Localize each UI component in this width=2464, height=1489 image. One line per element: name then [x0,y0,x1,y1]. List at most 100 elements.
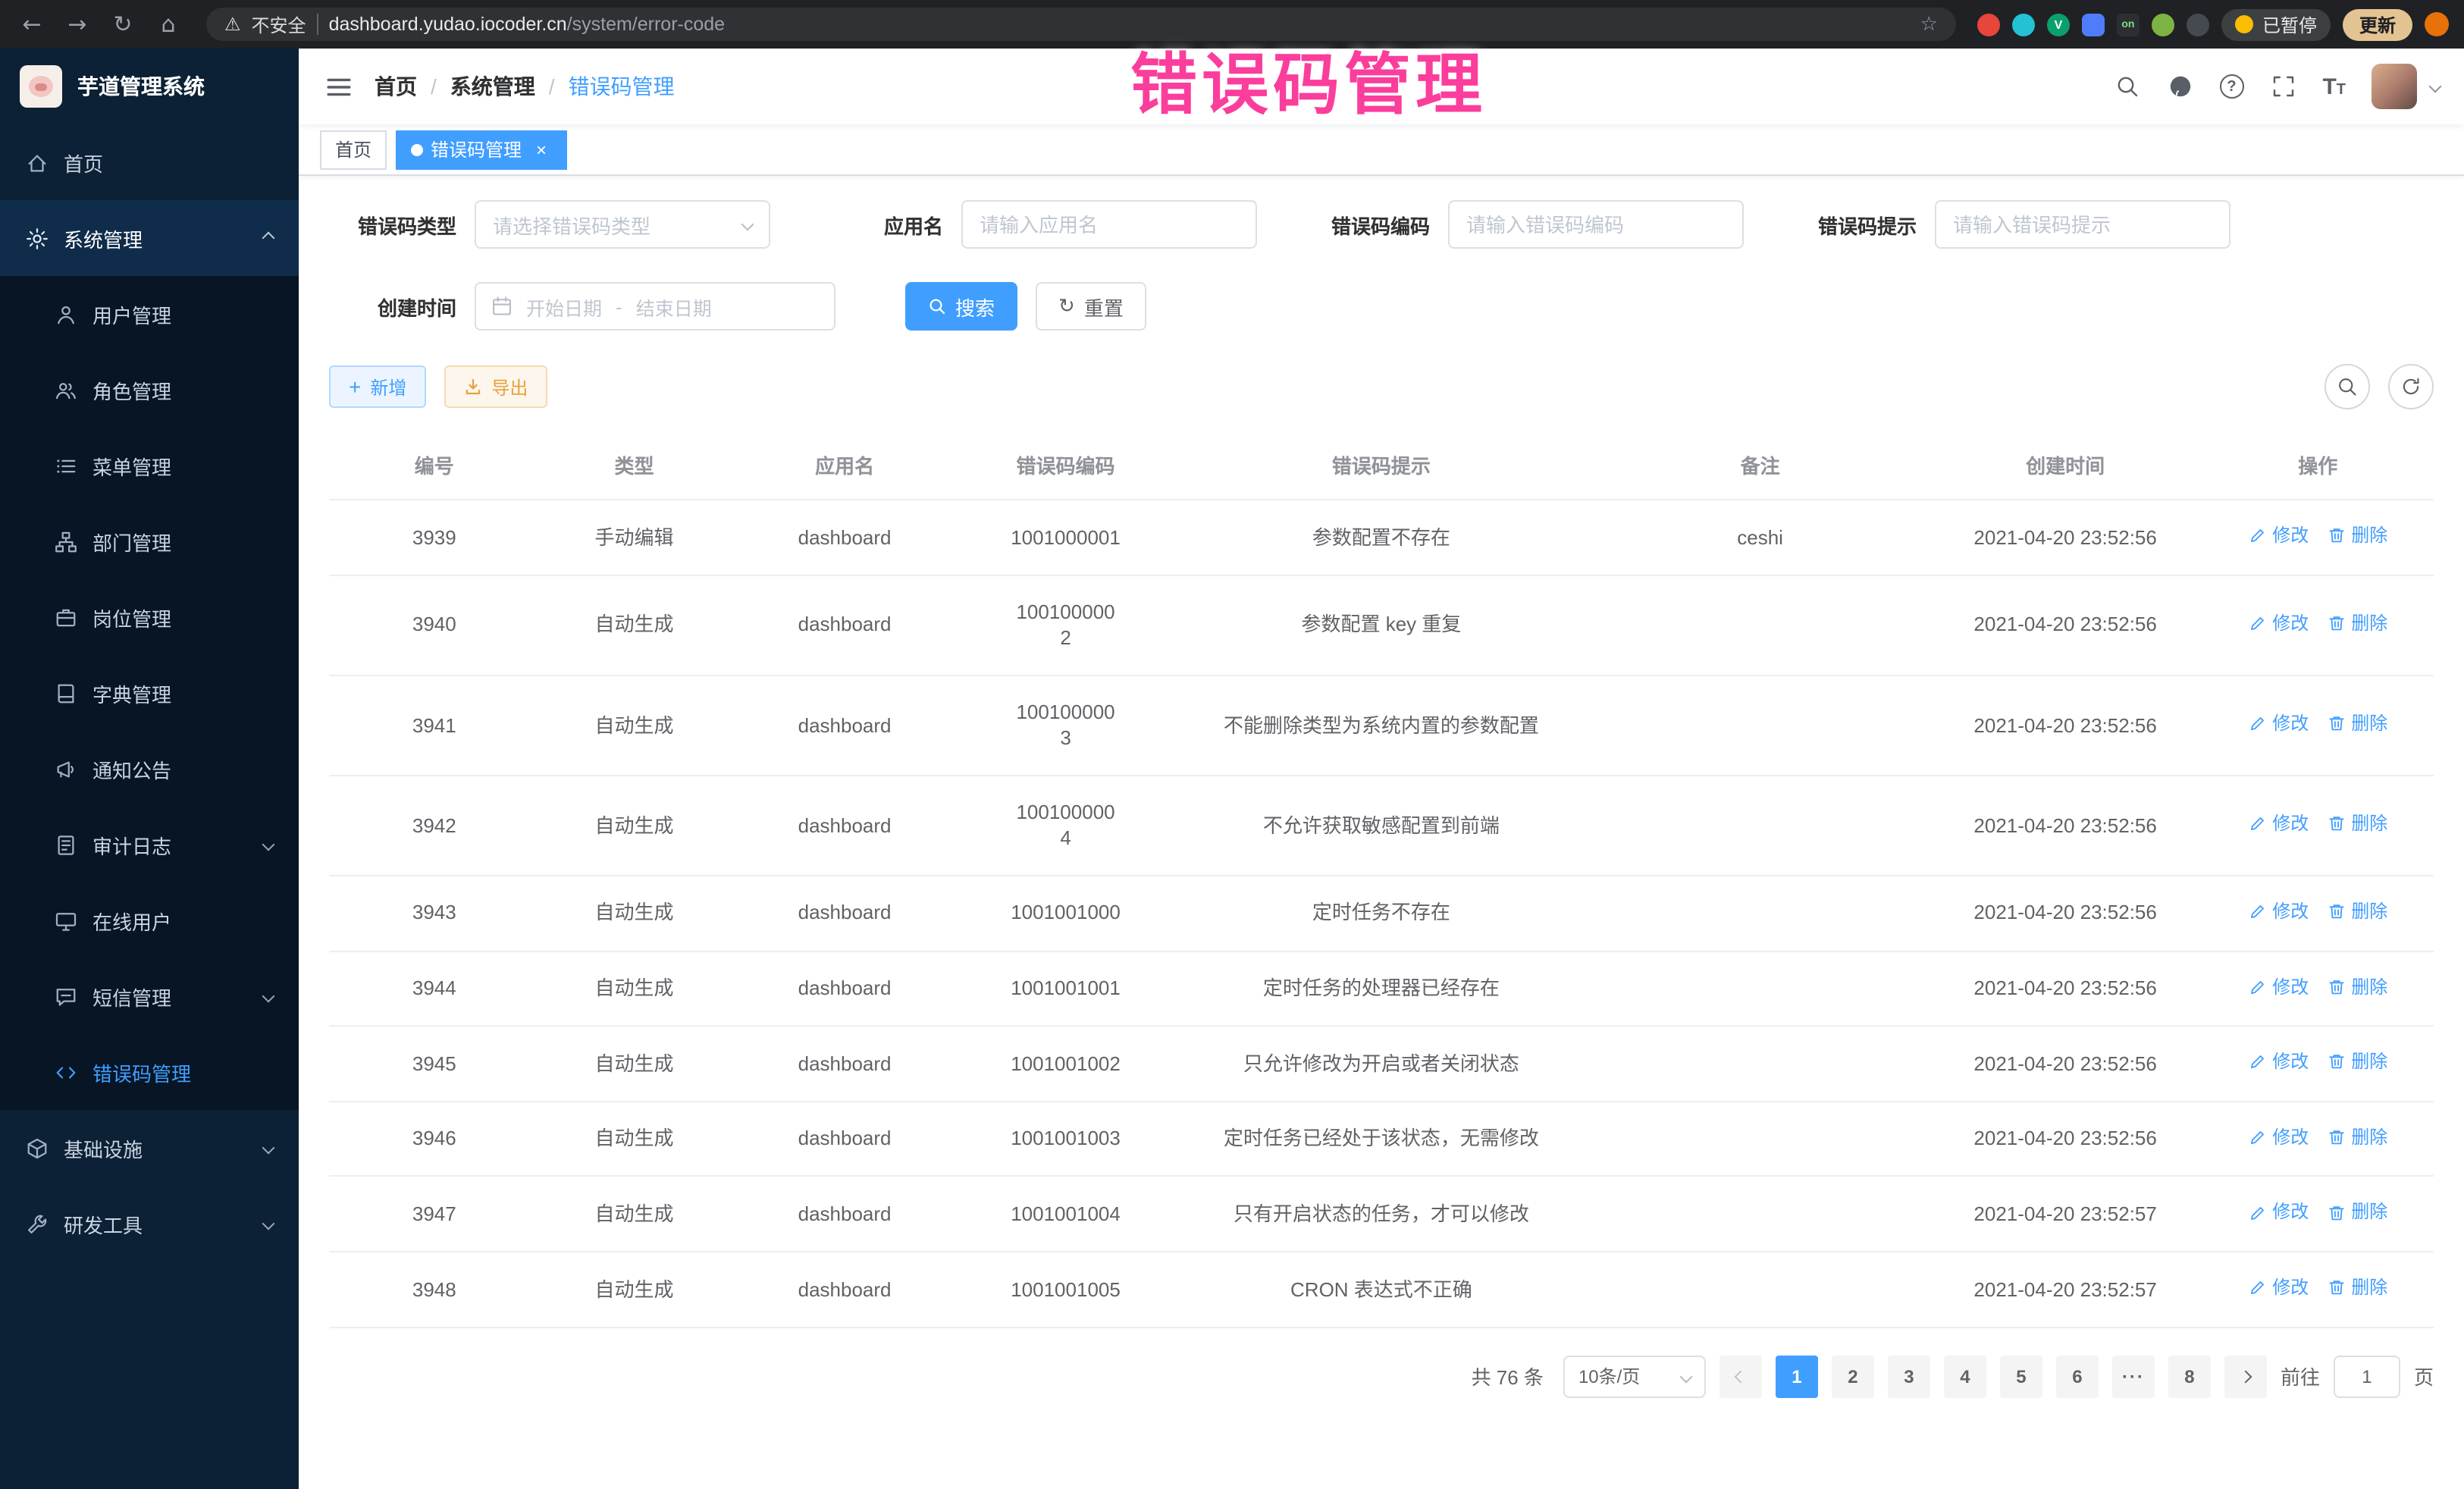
warning-icon: ⚠ [224,14,241,35]
error-type-select[interactable]: 请选择错误码类型 [475,200,770,249]
extension-icon-5[interactable]: on [2117,13,2140,36]
reload-button[interactable]: ↻ [106,8,140,41]
delete-link[interactable]: 删除 [2327,611,2387,635]
page-button-1[interactable]: 1 [1776,1356,1818,1398]
toggle-search-icon[interactable] [2324,364,2370,409]
header-search-icon[interactable] [2113,73,2140,100]
table-row: 3939手动编辑dashboard1001000001参数配置不存在ceshi2… [329,500,2434,575]
prev-page-button[interactable] [1719,1356,1762,1398]
url-text[interactable]: dashboard.yudao.iocoder.cn/system/error-… [329,14,726,35]
edit-link[interactable]: 修改 [2248,811,2309,835]
browser-profile-avatar[interactable] [2425,12,2449,36]
filter-row-1: 错误码类型 请选择错误码类型 应用名 错误码编码 错误码提示 [329,200,2434,249]
add-button[interactable]: + 新增 [329,365,426,408]
delete-link[interactable]: 删除 [2327,974,2387,998]
paused-badge[interactable]: 已暂停 [2221,8,2331,40]
tab-error-code-management[interactable]: 错误码管理 × [396,130,567,169]
bookmark-star-icon[interactable]: ☆ [1920,13,1938,36]
tags-view: 首页 错误码管理 × [299,124,2464,176]
sidebar-item-user-management[interactable]: 用户管理 [0,276,299,352]
sidebar-item-role-management[interactable]: 角色管理 [0,352,299,428]
sidebar-item-sms-management[interactable]: 短信管理 [0,958,299,1034]
sidebar-item-notice[interactable]: 通知公告 [0,731,299,807]
chevron-down-icon [741,218,754,231]
delete-link[interactable]: 删除 [2327,711,2387,735]
app-name-input[interactable] [961,200,1257,249]
pencil-icon [2248,526,2266,544]
update-button[interactable]: 更新 [2343,8,2412,40]
search-button[interactable]: 搜索 [905,282,1017,331]
close-icon[interactable]: × [531,139,552,160]
edit-link[interactable]: 修改 [2248,611,2309,635]
extension-icon-1[interactable] [1977,13,2000,36]
edit-link[interactable]: 修改 [2248,974,2309,998]
delete-link[interactable]: 删除 [2327,811,2387,835]
page-jump-input[interactable] [2334,1356,2400,1398]
sidebar-item-dict-management[interactable]: 字典管理 [0,655,299,731]
sidebar-item-post-management[interactable]: 岗位管理 [0,579,299,655]
page-button-5[interactable]: 5 [2000,1356,2042,1398]
next-page-button[interactable] [2224,1356,2267,1398]
refresh-table-icon[interactable] [2388,364,2434,409]
sidebar-item-audit-log[interactable]: 审计日志 [0,807,299,882]
chevron-down-icon [262,990,275,1003]
edit-link[interactable]: 修改 [2248,1275,2309,1299]
help-icon[interactable]: ? [2219,74,2243,99]
sidebar-item-dept-management[interactable]: 部门管理 [0,503,299,579]
edit-link[interactable]: 修改 [2248,711,2309,735]
page-size-select[interactable]: 10条/页 [1563,1356,1706,1398]
tab-home[interactable]: 首页 [320,130,387,169]
delete-link[interactable]: 删除 [2327,523,2387,547]
edit-link[interactable]: 修改 [2248,1125,2309,1149]
browser-home-button[interactable]: ⌂ [152,8,185,41]
delete-link[interactable]: 删除 [2327,1125,2387,1149]
font-size-icon[interactable]: TT [2322,75,2346,98]
breadcrumb-system[interactable]: 系统管理 [450,71,535,102]
export-button[interactable]: 导出 [444,365,547,408]
extensions-puzzle-icon[interactable] [2187,13,2209,36]
delete-link[interactable]: 删除 [2327,1275,2387,1299]
reset-button[interactable]: ↻ 重置 [1036,282,1146,331]
address-bar[interactable]: ⚠ 不安全 dashboard.yudao.iocoder.cn/system/… [206,8,1956,41]
table-row: 3946自动生成dashboard1001001003定时任务已经处于该状态，无… [329,1102,2434,1177]
page-button-8[interactable]: 8 [2168,1356,2211,1398]
error-hint-input[interactable] [1935,200,2230,249]
sidebar-item-infrastructure[interactable]: 基础设施 [0,1110,299,1186]
plus-icon: + [349,376,361,397]
page-button-6[interactable]: 6 [2056,1356,2099,1398]
sidebar-item-dev-tools[interactable]: 研发工具 [0,1186,299,1262]
extension-icon-6[interactable] [2152,13,2174,36]
filter-row-2: 创建时间 开始日期 - 结束日期 搜索 ↻ 重置 [329,282,2434,331]
error-code-input[interactable] [1448,200,1744,249]
sidebar-item-error-code-management[interactable]: 错误码管理 [0,1034,299,1110]
edit-link[interactable]: 修改 [2248,1049,2309,1074]
sidebar-item-home[interactable]: 首页 [0,124,299,200]
page-button-2[interactable]: 2 [1832,1356,1874,1398]
breadcrumb-home[interactable]: 首页 [375,71,417,102]
avatar[interactable] [2372,64,2417,109]
edit-link[interactable]: 修改 [2248,523,2309,547]
hamburger-icon[interactable] [323,71,353,102]
github-icon[interactable] [2166,73,2193,100]
delete-link[interactable]: 删除 [2327,899,2387,923]
edit-link[interactable]: 修改 [2248,899,2309,923]
more-pages-button[interactable]: ··· [2112,1356,2155,1398]
back-button[interactable]: ← [15,8,49,41]
extension-icon-2[interactable] [2012,13,2035,36]
avatar-caret-icon[interactable] [2429,80,2442,93]
fullscreen-icon[interactable] [2269,73,2296,100]
edit-link[interactable]: 修改 [2248,1200,2309,1224]
delete-link[interactable]: 删除 [2327,1049,2387,1074]
sidebar-item-system[interactable]: 系统管理 [0,200,299,276]
date-range-input[interactable]: 开始日期 - 结束日期 [475,282,835,331]
forward-button[interactable]: → [61,8,94,41]
app-logo[interactable]: 芋道管理系统 [0,49,299,124]
sidebar-item-online-users[interactable]: 在线用户 [0,882,299,958]
extension-icon-4[interactable] [2082,13,2105,36]
sidebar-item-menu-management[interactable]: 菜单管理 [0,428,299,503]
table-row: 3942自动生成dashboard100100000 4不允许获取敏感配置到前端… [329,776,2434,876]
page-button-4[interactable]: 4 [1944,1356,1986,1398]
page-button-3[interactable]: 3 [1888,1356,1930,1398]
delete-link[interactable]: 删除 [2327,1200,2387,1224]
extension-icon-3[interactable]: V [2047,13,2070,36]
